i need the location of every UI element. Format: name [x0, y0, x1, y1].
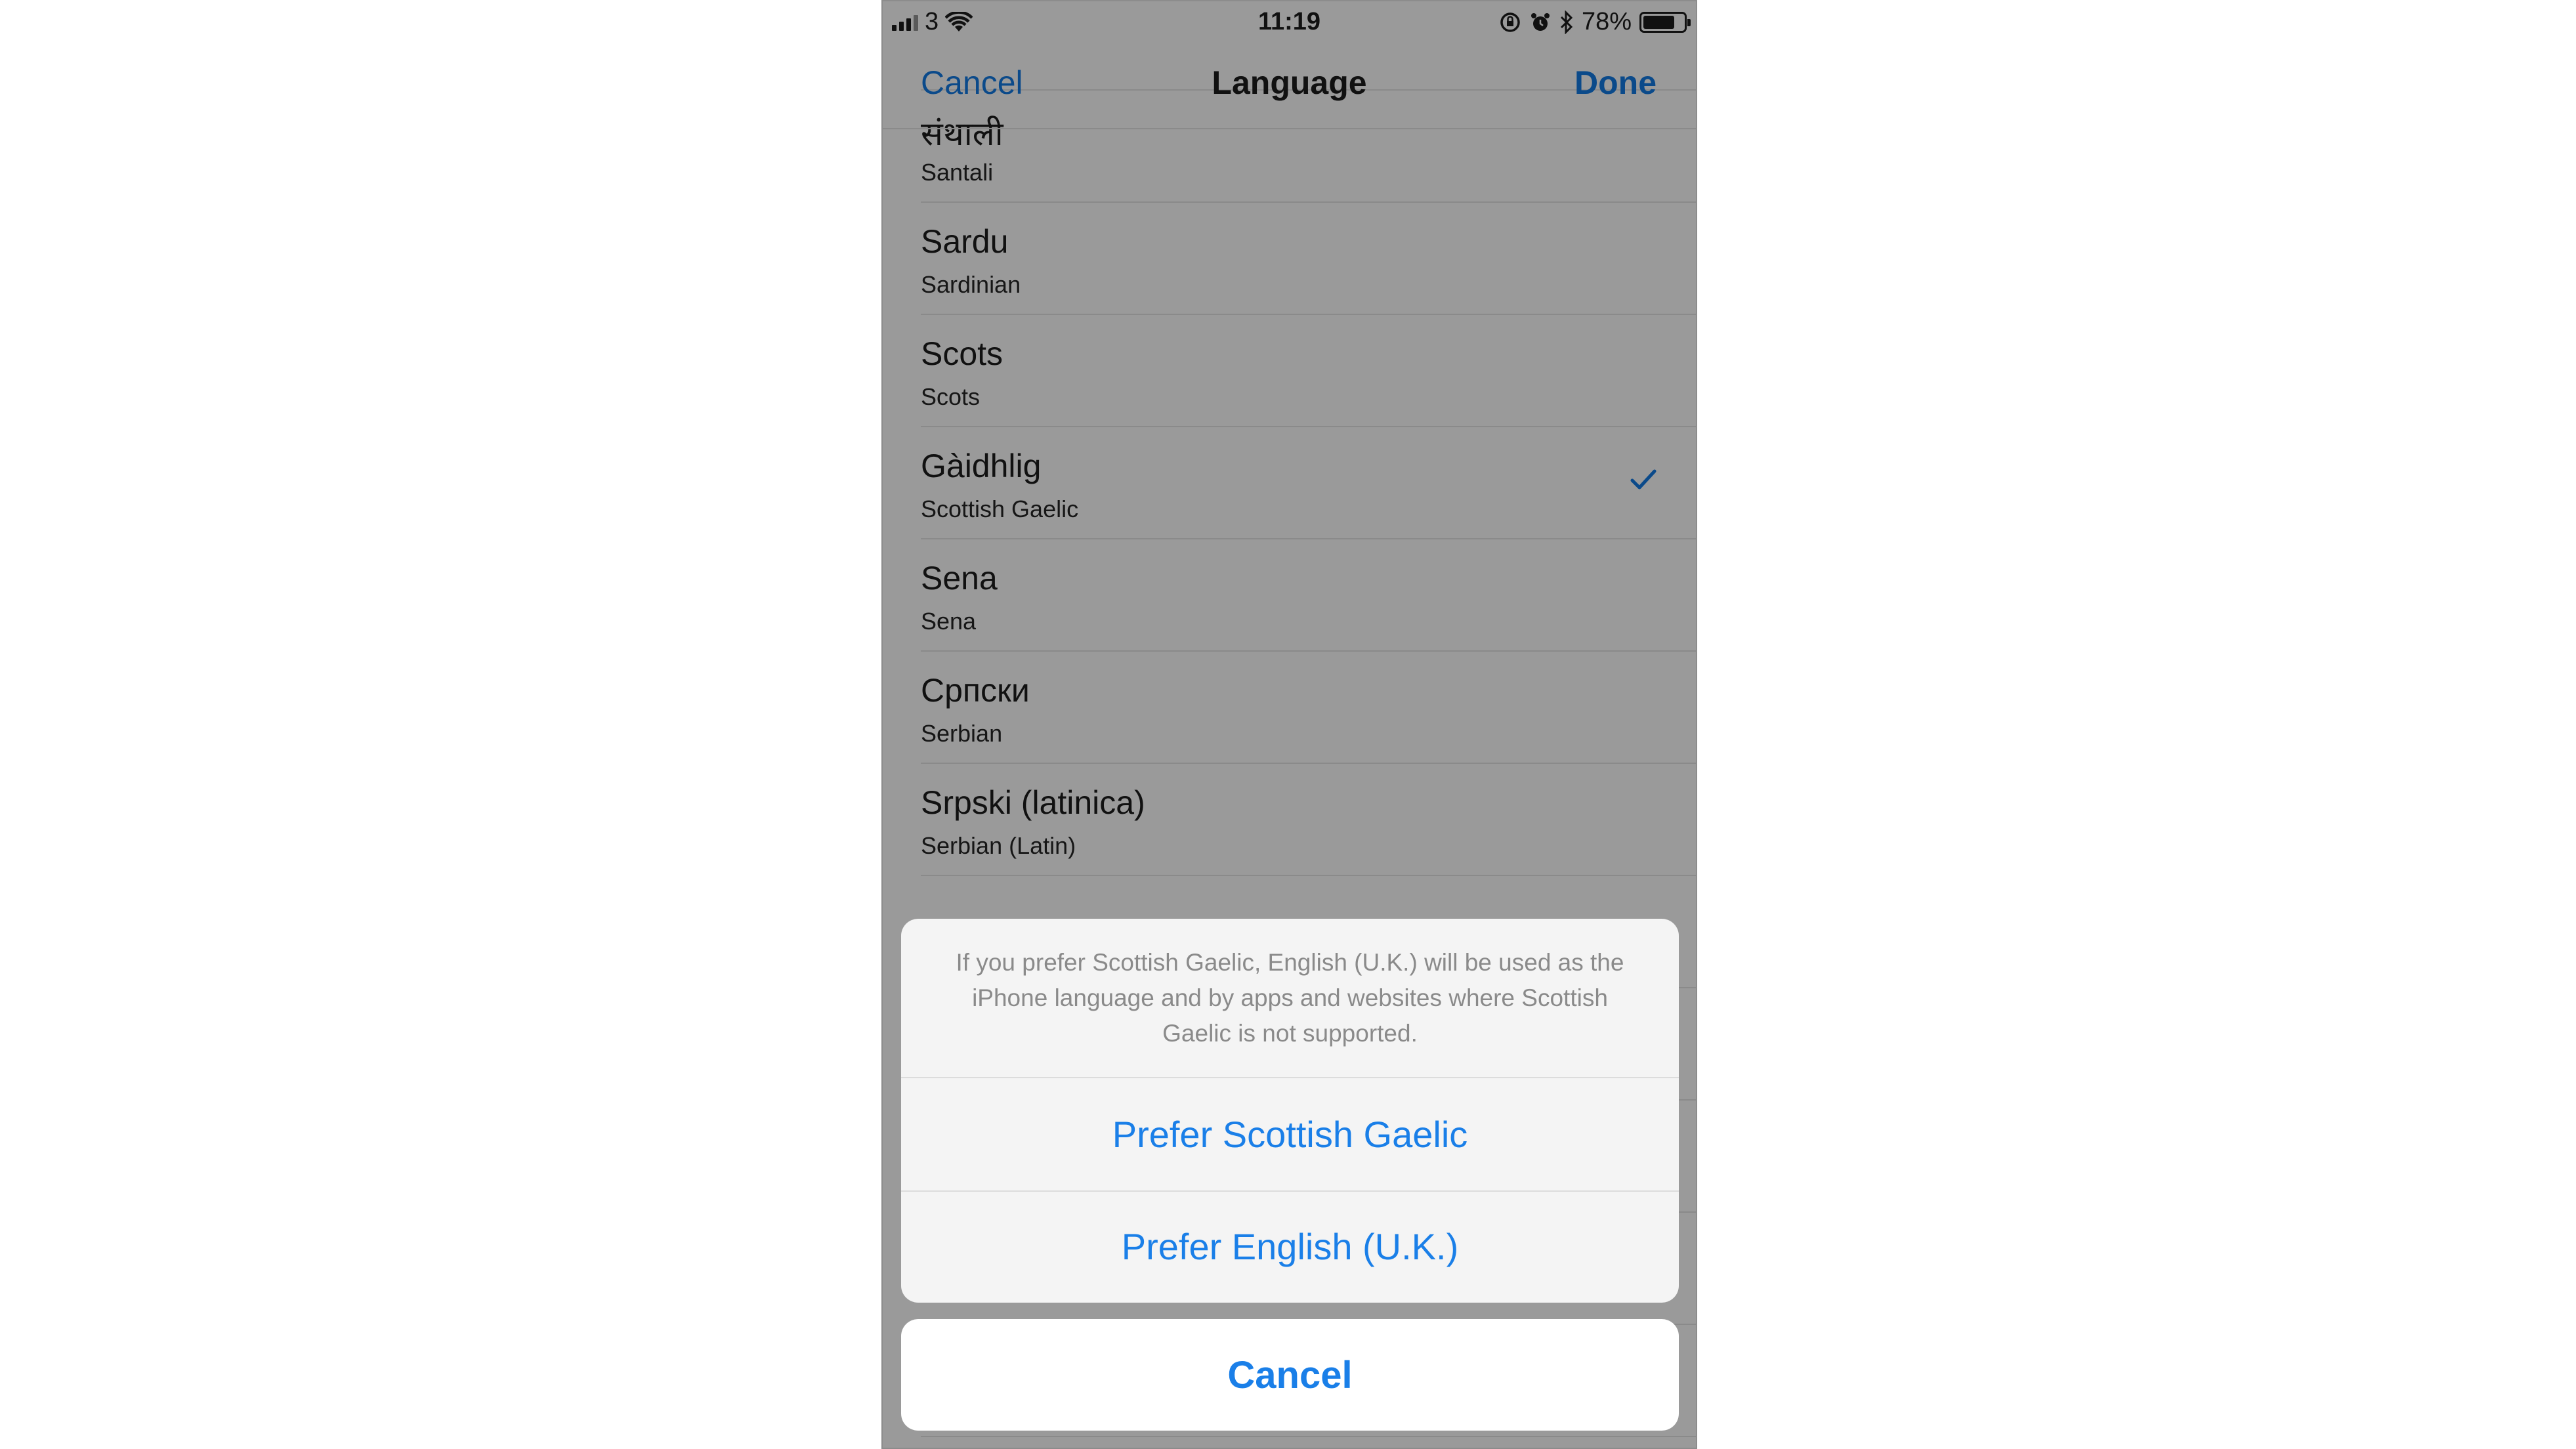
- action-sheet: If you prefer Scottish Gaelic, English (…: [901, 919, 1679, 1303]
- battery-level: [1643, 15, 1674, 29]
- battery-percent: 78%: [1581, 8, 1632, 35]
- language-row[interactable]: Sardu Sardinian: [921, 203, 1696, 315]
- language-english-name: Sena: [921, 608, 977, 635]
- action-sheet-cancel-button[interactable]: Cancel: [901, 1319, 1679, 1431]
- status-bar: 3 11:19 78%: [883, 1, 1696, 41]
- bluetooth-icon: [1560, 10, 1573, 34]
- language-english-name: Sardinian: [921, 271, 1021, 298]
- language-row[interactable]: Scots Scots: [921, 315, 1696, 427]
- language-native-name: Српски: [921, 672, 1030, 709]
- nav-done-button[interactable]: Done: [1574, 64, 1657, 102]
- language-native-name: Sena: [921, 560, 998, 597]
- language-native-name: Srpski (latinica): [921, 784, 1145, 821]
- checkmark-icon: [1630, 469, 1657, 490]
- status-right: 78%: [1499, 8, 1691, 36]
- action-sheet-message: If you prefer Scottish Gaelic, English (…: [956, 949, 1624, 1047]
- language-english-name: Serbian (Latin): [921, 832, 1076, 859]
- language-row[interactable]: Gàidhlig Scottish Gaelic: [921, 427, 1696, 539]
- battery-icon: [1639, 11, 1691, 33]
- navigation-bar: Cancel Language Done: [883, 41, 1696, 129]
- language-english-name: Scottish Gaelic: [921, 495, 1079, 522]
- orientation-lock-icon: [1500, 12, 1520, 32]
- language-row[interactable]: Srpski (latinica) Serbian (Latin): [921, 764, 1696, 876]
- language-english-name: Serbian: [921, 720, 1003, 747]
- language-row[interactable]: Sena Sena: [921, 539, 1696, 652]
- language-native-name: Sardu: [921, 223, 1009, 260]
- prefer-english-uk-button[interactable]: Prefer English (U.K.): [901, 1190, 1679, 1303]
- language-row[interactable]: Српски Serbian: [921, 652, 1696, 764]
- phone-screen: SanskritसंथालीSantaliSarduSardinianScots…: [881, 0, 1697, 1449]
- prefer-scottish-gaelic-button[interactable]: Prefer Scottish Gaelic: [901, 1078, 1679, 1190]
- language-english-name: Santali: [921, 159, 994, 186]
- language-native-name: Scots: [921, 335, 1003, 372]
- language-english-name: Scots: [921, 383, 981, 410]
- language-native-name: Gàidhlig: [921, 448, 1042, 484]
- alarm-icon: [1531, 12, 1550, 31]
